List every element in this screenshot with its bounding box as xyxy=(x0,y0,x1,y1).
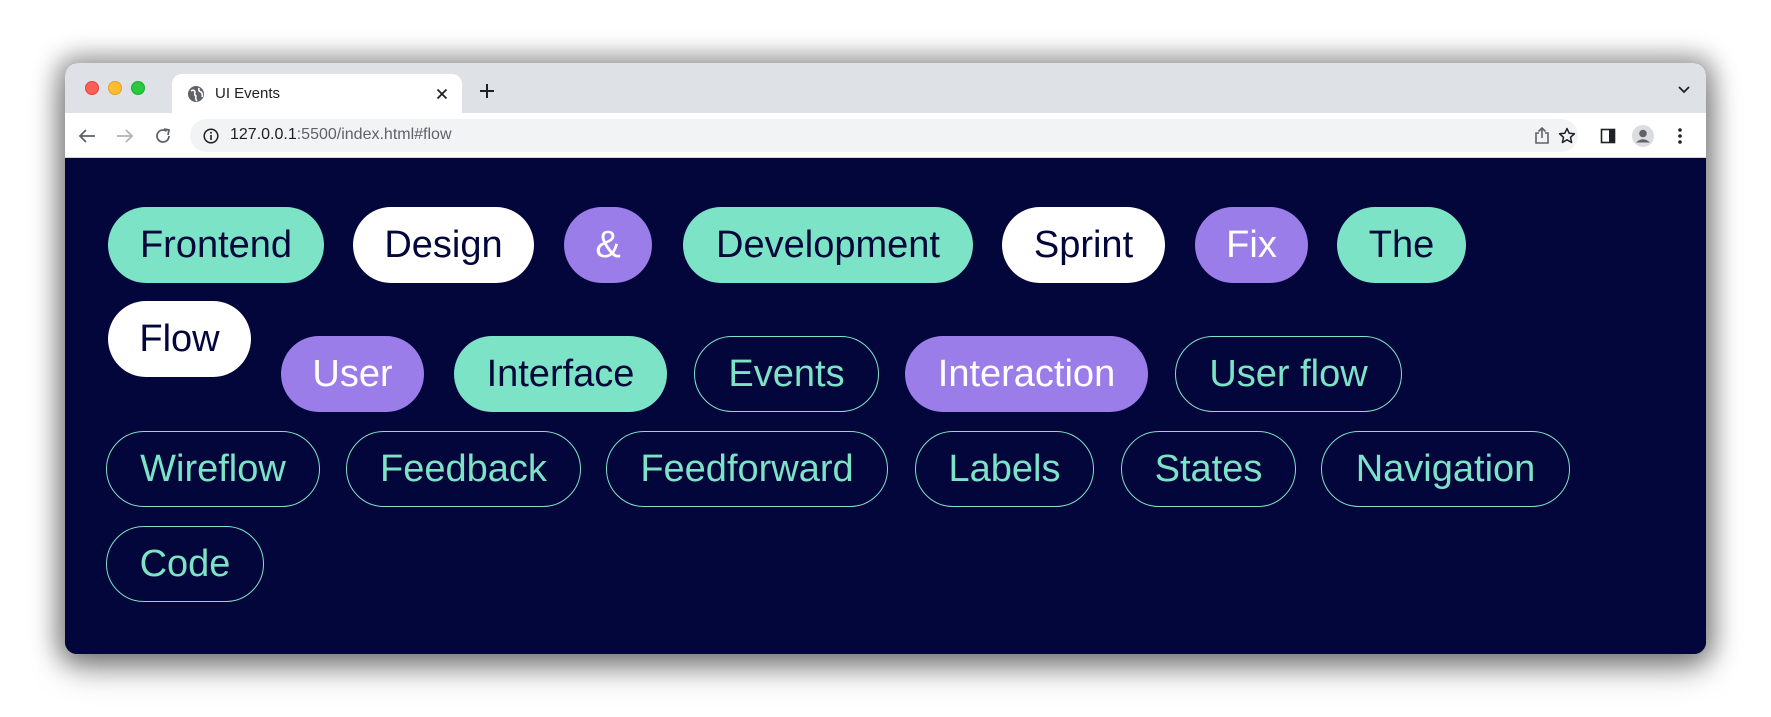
globe-icon xyxy=(187,85,205,103)
tag-chip[interactable]: Sprint xyxy=(1002,207,1165,283)
tag-chip[interactable]: Frontend xyxy=(108,207,324,283)
share-icon[interactable] xyxy=(1531,125,1553,147)
plus-icon[interactable] xyxy=(476,80,498,102)
info-icon[interactable] xyxy=(201,126,221,146)
tag-chip[interactable]: & xyxy=(564,207,652,283)
tag-chip[interactable]: Wireflow xyxy=(106,431,320,507)
tag-chip[interactable]: Feedback xyxy=(346,431,581,507)
tag-chip[interactable]: Code xyxy=(106,526,264,602)
tag-chip[interactable]: User flow xyxy=(1175,336,1402,412)
tag-chip[interactable]: Development xyxy=(683,207,973,283)
page-content: Frontend Design & Development Sprint Fix… xyxy=(65,159,1706,654)
tab-title: UI Events xyxy=(215,85,281,102)
tag-chip[interactable]: The xyxy=(1337,207,1466,283)
tag-chip[interactable]: States xyxy=(1121,431,1296,507)
minimize-window-button[interactable] xyxy=(108,81,122,95)
tag-chip[interactable]: Fix xyxy=(1195,207,1308,283)
tag-chip[interactable]: Navigation xyxy=(1321,431,1570,507)
url-path: :5500/index.html#flow xyxy=(296,126,452,143)
tag-chip[interactable]: Feedforward xyxy=(606,431,888,507)
tab-strip: UI Events xyxy=(65,63,1706,113)
tag-chip[interactable]: Flow xyxy=(108,301,251,377)
tag-chip[interactable]: Interface xyxy=(454,336,667,412)
chevron-down-icon[interactable] xyxy=(1676,82,1692,98)
maximize-window-button[interactable] xyxy=(131,81,145,95)
tag-chip[interactable]: Labels xyxy=(915,431,1094,507)
star-icon[interactable] xyxy=(1556,125,1578,147)
url-text: 127.0.0.1:5500/index.html#flow xyxy=(230,126,452,144)
browser-tab[interactable]: UI Events xyxy=(172,74,462,113)
tag-chip[interactable]: User xyxy=(281,336,424,412)
tag-chip[interactable]: Events xyxy=(694,336,879,412)
arrow-left-icon[interactable] xyxy=(75,124,99,148)
kebab-menu-icon[interactable] xyxy=(1668,124,1692,148)
tag-chip[interactable]: Design xyxy=(353,207,534,283)
tag-chip[interactable]: Interaction xyxy=(905,336,1148,412)
address-bar[interactable]: 127.0.0.1:5500/index.html#flow xyxy=(190,119,1578,152)
profile-icon[interactable] xyxy=(1631,124,1655,148)
arrow-right-icon[interactable] xyxy=(113,124,137,148)
close-window-button[interactable] xyxy=(85,81,99,95)
side-panel-icon[interactable] xyxy=(1596,124,1620,148)
window-controls xyxy=(85,81,145,95)
browser-window: UI Events 127.0.0.1:5500/index.html#flow… xyxy=(65,63,1706,654)
browser-toolbar: 127.0.0.1:5500/index.html#flow xyxy=(65,113,1706,158)
reload-icon[interactable] xyxy=(151,124,175,148)
url-host: 127.0.0.1 xyxy=(230,126,297,143)
close-icon[interactable] xyxy=(432,84,452,104)
